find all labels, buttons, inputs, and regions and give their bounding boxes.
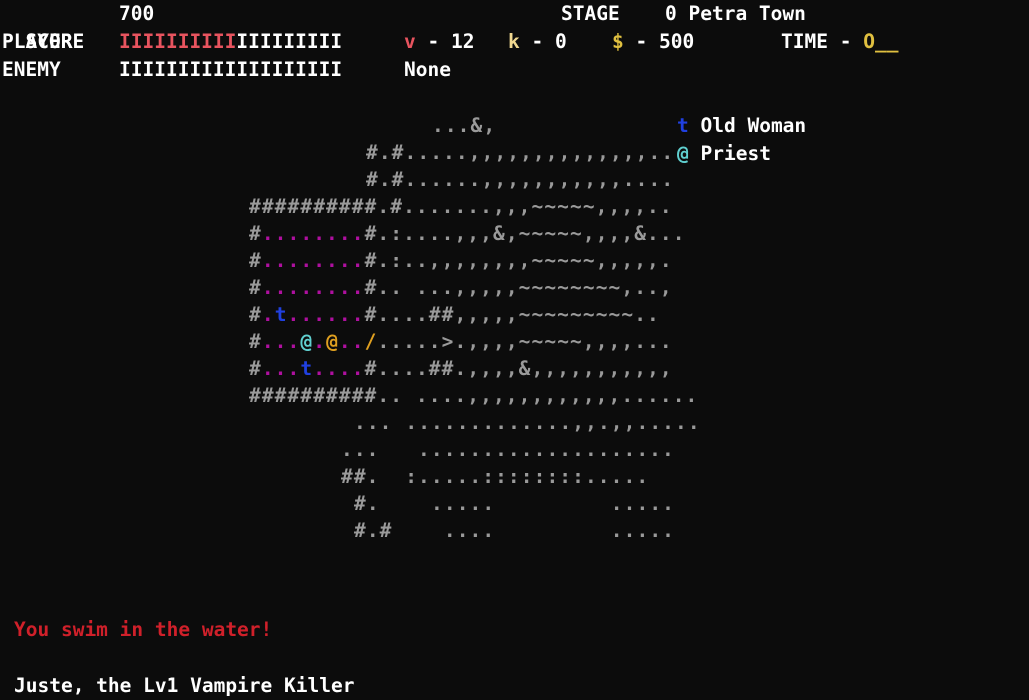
enemy-health-bar: IIIIIIIIIIIIIIIIIII	[119, 58, 343, 81]
stage-value: 0 Petra Town	[665, 2, 806, 25]
legend-item-priest: @ Priest	[677, 140, 771, 168]
map-row: #.# .... .....	[354, 519, 675, 542]
score-row: SCORE	[2, 0, 84, 53]
map-row: #. ..... .....	[354, 492, 675, 515]
key-icon: k	[508, 30, 520, 53]
priest-icon: @	[677, 142, 689, 165]
message-log: You swim in the water!	[14, 618, 273, 641]
map-row: ...&,	[432, 114, 497, 137]
legend-label: Old Woman	[700, 114, 807, 137]
enemy-name: None	[404, 58, 451, 81]
time-value: O__	[863, 30, 899, 53]
map-row: #.#......,,,,,,,,,,,....	[366, 168, 675, 191]
hearts-counter: v - 12	[404, 30, 475, 53]
map-row: #........#.. ...,,,,,~~~~~~~~,..,	[249, 276, 673, 299]
player-health-filled: IIIIIIIIII	[119, 30, 237, 53]
score-value: 700	[119, 2, 155, 25]
map-row: ##########.. ....,,,,,,,,,,,,......	[249, 384, 699, 407]
map-row: #...@.@../.....>.,,,,~~~~~,,,,...	[249, 330, 673, 353]
gold-counter: $ - 500	[612, 30, 695, 53]
old-woman-icon: t	[677, 114, 689, 137]
map-row: ##. :.....::::::::.....	[341, 465, 650, 488]
map-row: #...t....#....##.,,,,&,,,,,,,,,,,	[249, 357, 673, 380]
map-row: ... .............,,.,,.....	[354, 411, 701, 434]
time-display: TIME - O__	[781, 30, 899, 53]
map-row: #........#.:....,,,&,~~~~~,,,,&...	[249, 222, 686, 245]
stage-label: STAGE	[561, 2, 620, 25]
time-label: TIME	[781, 30, 828, 53]
legend-item-old-woman: t Old Woman	[677, 112, 806, 140]
hearts-value: 12	[451, 30, 475, 53]
player-health-bar: IIIIIIIIIIIIIIIIIII	[119, 28, 342, 56]
player-health-empty: IIIIIIIII	[236, 30, 343, 53]
legend-label: Priest	[700, 142, 771, 165]
map-row: #.#.....,,,,,,,,,,,,,,..	[366, 141, 675, 164]
gold-icon: $	[612, 30, 624, 53]
map-row: ##########.#.......,,,~~~~~,,,,..	[249, 195, 673, 218]
map-row: #.t......#....##,,,,,~~~~~~~~~..	[249, 303, 660, 326]
map-row: ... ....................	[341, 438, 675, 461]
player-label: PLAYER	[2, 30, 73, 53]
keys-counter: k - 0	[508, 30, 567, 53]
keys-value: 0	[555, 30, 567, 53]
heart-icon: v	[404, 30, 416, 53]
gold-value: 500	[659, 30, 695, 53]
map-row: #........#.:..,,,,,,,,~~~~~,,,,,.	[249, 249, 673, 272]
status-line: Juste, the Lv1 Vampire Killer	[14, 674, 355, 697]
enemy-label: ENEMY	[2, 58, 61, 81]
